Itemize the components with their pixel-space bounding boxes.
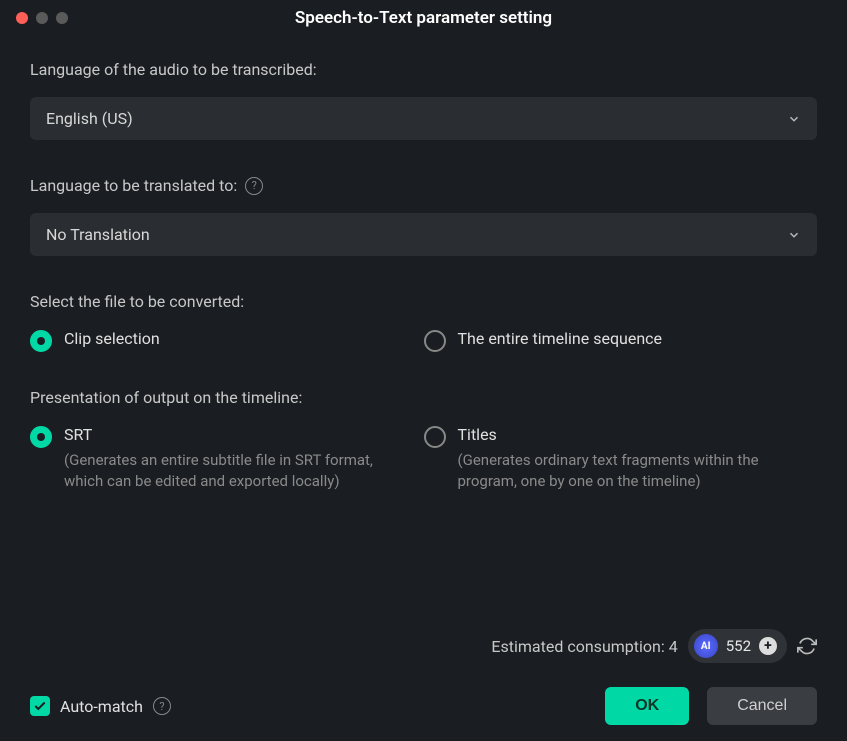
radio-srt-label: SRT xyxy=(64,425,424,444)
traffic-lights xyxy=(16,12,68,24)
radio-clip-label: Clip selection xyxy=(64,329,160,348)
radio-indicator xyxy=(424,330,446,352)
refresh-icon[interactable] xyxy=(797,636,817,656)
window-title: Speech-to-Text parameter setting xyxy=(295,8,552,28)
radio-indicator xyxy=(424,426,446,448)
buttons: OK Cancel xyxy=(605,687,817,725)
radio-indicator xyxy=(30,330,52,352)
radio-srt[interactable]: SRT (Generates an entire subtitle file i… xyxy=(30,425,424,492)
file-select-radio-group: Clip selection The entire timeline seque… xyxy=(30,329,817,352)
action-row: Auto-match ? OK Cancel xyxy=(30,687,817,725)
radio-srt-desc: (Generates an entire subtitle file in SR… xyxy=(64,450,424,492)
target-language-label-text: Language to be translated to: xyxy=(30,176,237,195)
automatch-option[interactable]: Auto-match ? xyxy=(30,696,171,716)
ai-badge-icon: AI xyxy=(694,634,718,658)
automatch-label: Auto-match xyxy=(60,697,143,716)
source-language-label: Language of the audio to be transcribed: xyxy=(30,60,817,79)
help-icon[interactable]: ? xyxy=(153,697,171,715)
footer: Estimated consumption: 4 AI 552 + Auto-m… xyxy=(0,629,847,741)
presentation-label: Presentation of output on the timeline: xyxy=(30,388,817,407)
titlebar: Speech-to-Text parameter setting xyxy=(0,0,847,30)
source-language-value: English (US) xyxy=(46,109,133,128)
radio-titles-label: Titles xyxy=(458,425,818,444)
close-window-button[interactable] xyxy=(16,12,28,24)
consumption-row: Estimated consumption: 4 AI 552 + xyxy=(30,629,817,663)
credits-value: 552 xyxy=(726,637,751,655)
target-language-dropdown[interactable]: No Translation xyxy=(30,213,817,256)
radio-titles[interactable]: Titles (Generates ordinary text fragment… xyxy=(424,425,818,492)
source-language-dropdown[interactable]: English (US) xyxy=(30,97,817,140)
chevron-down-icon xyxy=(787,112,801,126)
chevron-down-icon xyxy=(787,228,801,242)
radio-entire-timeline[interactable]: The entire timeline sequence xyxy=(424,329,818,352)
add-credits-button[interactable]: + xyxy=(759,637,777,655)
file-select-label: Select the file to be converted: xyxy=(30,292,817,311)
radio-timeline-label: The entire timeline sequence xyxy=(458,329,663,348)
content: Language of the audio to be transcribed:… xyxy=(0,30,847,492)
consumption-label: Estimated consumption: 4 xyxy=(491,637,677,656)
automatch-checkbox[interactable] xyxy=(30,696,50,716)
radio-indicator xyxy=(30,426,52,448)
radio-clip-selection[interactable]: Clip selection xyxy=(30,329,424,352)
check-icon xyxy=(33,699,47,713)
presentation-radio-group: SRT (Generates an entire subtitle file i… xyxy=(30,425,817,492)
consumption-value: 4 xyxy=(669,637,678,656)
minimize-window-button[interactable] xyxy=(36,12,48,24)
cancel-button[interactable]: Cancel xyxy=(707,687,817,725)
help-icon[interactable]: ? xyxy=(245,177,263,195)
maximize-window-button[interactable] xyxy=(56,12,68,24)
ok-button[interactable]: OK xyxy=(605,687,689,725)
credits-pill: AI 552 + xyxy=(688,629,787,663)
target-language-label: Language to be translated to: ? xyxy=(30,176,817,195)
target-language-value: No Translation xyxy=(46,225,150,244)
radio-titles-desc: (Generates ordinary text fragments withi… xyxy=(458,450,818,492)
